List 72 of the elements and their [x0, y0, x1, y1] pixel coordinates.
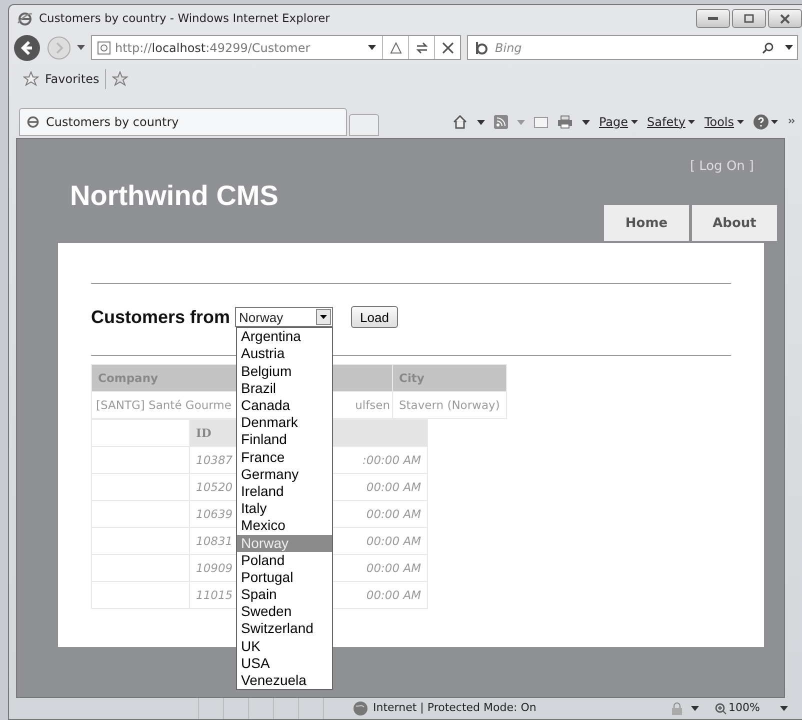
help-icon[interactable]: [753, 114, 779, 130]
caret-icon[interactable]: [688, 120, 696, 124]
caret-icon[interactable]: [785, 44, 793, 50]
minimize-button[interactable]: [696, 9, 730, 28]
browser-tab[interactable]: Customers by country: [19, 108, 347, 136]
site-title: Northwind CMS: [70, 180, 280, 212]
page-icon: [26, 115, 40, 129]
home-icon[interactable]: [452, 114, 468, 130]
refresh-icon[interactable]: [414, 40, 428, 54]
bracket: [: [690, 158, 696, 176]
command-menu[interactable]: Tools: [704, 113, 734, 131]
caret-icon[interactable]: [737, 120, 744, 124]
caret-icon[interactable]: [582, 120, 590, 124]
dropdown-option[interactable]: Argentina: [237, 328, 332, 346]
dropdown-option[interactable]: Austria: [237, 345, 332, 363]
stop-icon[interactable]: [442, 42, 454, 54]
maximize-icon: [744, 14, 754, 23]
address-field[interactable]: http://localhost:49299/Customer: [91, 35, 461, 60]
dropdown-option[interactable]: France: [237, 448, 332, 466]
dropdown-option[interactable]: UK: [237, 638, 332, 655]
bracket: ]: [748, 158, 754, 176]
favorites-button[interactable]: Favorites: [45, 70, 100, 88]
feed-icon[interactable]: [494, 115, 508, 129]
maximize-button[interactable]: [732, 9, 766, 28]
dropdown-option[interactable]: Mexico: [237, 517, 332, 535]
caret-icon[interactable]: [631, 120, 638, 124]
dropdown-option[interactable]: Germany: [237, 466, 332, 483]
add-favorite-icon[interactable]: [112, 71, 130, 87]
window-title: Customers by country - Windows Internet Explorer: [39, 10, 330, 27]
caret-icon[interactable]: [780, 706, 788, 711]
command-menu[interactable]: Page: [598, 113, 628, 131]
dropdown-option[interactable]: Ireland: [237, 482, 332, 500]
dropdown-option[interactable]: Switzerland: [237, 620, 332, 638]
printer-icon[interactable]: [556, 115, 573, 129]
close-button[interactable]: [768, 9, 802, 28]
search-icon[interactable]: [762, 42, 774, 54]
caret-icon[interactable]: [77, 44, 85, 50]
browser-logo-icon: [17, 10, 33, 26]
mail-icon[interactable]: [534, 116, 548, 128]
dropdown-option[interactable]: USA: [237, 654, 332, 672]
filter-label: Customers from: [91, 306, 230, 329]
search-box[interactable]: Bing: [467, 35, 798, 60]
menu-tab[interactable]: About: [692, 205, 777, 242]
dropdown-option[interactable]: Portugal: [237, 568, 332, 586]
command-menu[interactable]: Safety: [647, 113, 686, 131]
zoom-level[interactable]: 100%: [728, 700, 760, 717]
country-select[interactable]: Norway: [235, 307, 334, 328]
search-field[interactable]: Bing: [493, 38, 693, 58]
dropdown-option[interactable]: Sweden: [237, 603, 332, 620]
search-engine-logo-icon: [474, 40, 488, 54]
caret-icon[interactable]: [476, 120, 485, 124]
dropdown-option[interactable]: Belgium: [237, 362, 332, 380]
chevron-icon[interactable]: [788, 118, 796, 126]
close-icon: [780, 14, 790, 24]
caret-icon: [320, 315, 328, 320]
load-button[interactable]: Load: [351, 306, 398, 328]
minimize-icon: [708, 16, 718, 20]
dropdown-option[interactable]: Italy: [237, 500, 332, 518]
menu-tab[interactable]: Home: [604, 205, 689, 242]
caret-icon[interactable]: [690, 706, 699, 711]
security-zone-text: Internet | Protected Mode: On: [373, 700, 536, 716]
compatibility-icon[interactable]: [388, 40, 402, 54]
back-icon[interactable]: [13, 34, 41, 62]
dropdown-option[interactable]: Venezuela: [237, 672, 332, 690]
caret-icon[interactable]: [368, 44, 376, 50]
column-header: City: [392, 364, 506, 392]
zoom-icon[interactable]: [714, 702, 727, 714]
dropdown-option[interactable]: Spain: [237, 586, 332, 604]
star-icon: [23, 71, 39, 87]
globe-icon: [353, 701, 368, 716]
dropdown-option[interactable]: Poland: [237, 552, 332, 569]
page-icon: [97, 40, 111, 54]
